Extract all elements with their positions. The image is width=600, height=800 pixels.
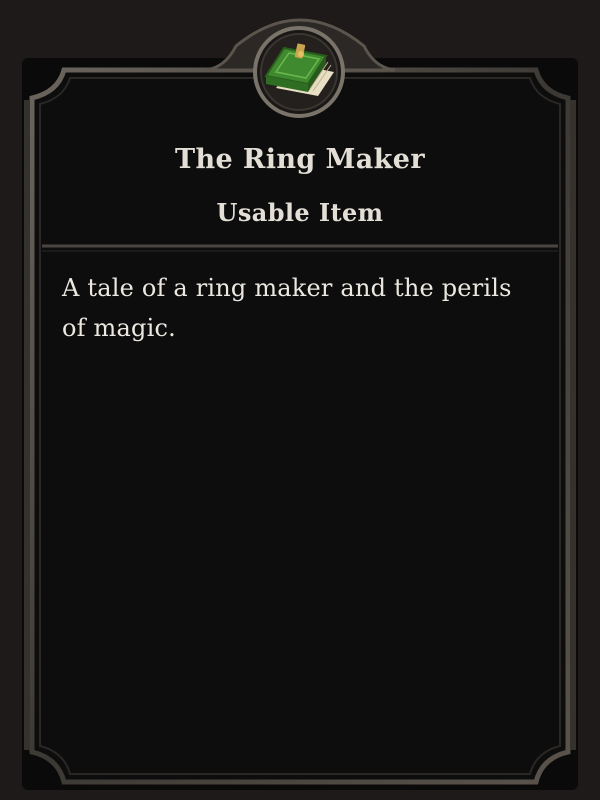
green-book-icon — [253, 26, 345, 118]
item-title: The Ring Maker — [175, 144, 425, 175]
tooltip-frame — [22, 18, 578, 790]
item-tooltip: The Ring Maker Usable Item A tale of a r… — [0, 0, 600, 800]
item-type: Usable Item — [216, 198, 384, 227]
item-tooltip-screen: The Ring Maker Usable Item A tale of a r… — [0, 0, 600, 800]
item-description: A tale of a ring maker and the perils of… — [62, 274, 512, 342]
